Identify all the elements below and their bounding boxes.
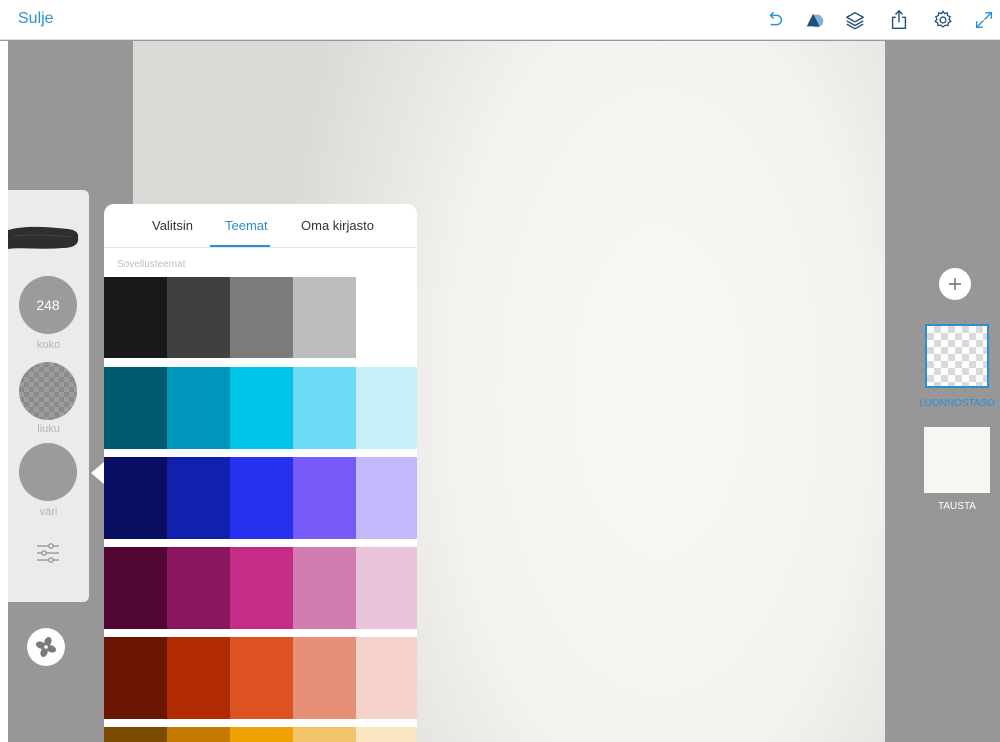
color-swatch[interactable] [167,367,230,449]
size-label: koko [36,339,61,351]
color-swatch[interactable] [356,457,417,539]
expand-icon[interactable] [972,8,996,32]
theme-row[interactable] [104,637,417,719]
tab-picker[interactable]: Valitsin [152,218,193,233]
tab-themes[interactable]: Teemat [225,218,268,233]
color-swatch[interactable] [230,277,293,358]
color-swatch[interactable] [104,727,167,742]
background-layer-label: TAUSTA [938,501,976,512]
left-edge [0,41,8,742]
color-swatch[interactable] [356,277,417,358]
color-swatch[interactable] [293,637,356,719]
color-swatch[interactable] [104,637,167,719]
top-toolbar: Sulje [0,0,1000,40]
brush-color-control[interactable] [19,443,77,501]
color-swatch[interactable] [104,367,167,449]
color-swatch[interactable] [230,727,293,742]
color-swatch[interactable] [293,727,356,742]
brush-settings-icon[interactable] [36,542,60,564]
color-swatch[interactable] [356,637,417,719]
layers-icon[interactable] [843,8,867,32]
brush-stroke-preview[interactable] [8,224,80,252]
color-swatch[interactable] [167,547,230,629]
theme-row[interactable] [104,457,417,539]
brush-size-value: 248 [36,297,60,313]
color-popover: Valitsin Teemat Oma kirjasto Sovellustee… [104,204,417,742]
color-swatch[interactable] [356,727,417,742]
settings-gear-icon[interactable] [931,8,955,32]
popover-pointer [91,461,105,485]
color-swatch[interactable] [230,547,293,629]
shape-icon[interactable] [803,8,827,32]
color-swatch[interactable] [356,367,417,449]
undo-icon[interactable] [763,8,787,32]
flow-label: liuku [37,423,60,435]
color-label: väri [39,506,58,518]
theme-row[interactable] [104,367,417,449]
tab-my-library[interactable]: Oma kirjasto [301,218,374,233]
color-swatch[interactable] [230,637,293,719]
color-swatch[interactable] [104,457,167,539]
color-swatch[interactable] [230,457,293,539]
layers-panel [885,41,1000,742]
color-swatch[interactable] [167,277,230,358]
theme-row[interactable] [104,277,417,358]
brush-size-control[interactable]: 248 [19,276,77,334]
add-layer-button[interactable] [939,268,971,300]
color-swatch[interactable] [167,637,230,719]
color-swatch[interactable] [293,457,356,539]
plus-icon [949,278,961,290]
background-layer-thumbnail[interactable] [924,427,990,493]
color-swatch[interactable] [356,547,417,629]
color-swatch[interactable] [293,547,356,629]
color-swatch[interactable] [104,277,167,358]
color-swatch[interactable] [167,727,230,742]
brush-tool-panel: 248 koko liuku väri [8,190,89,602]
color-swatch[interactable] [167,457,230,539]
active-tab-indicator [210,245,270,247]
brush-flow-control[interactable] [19,362,77,420]
color-swatch[interactable] [104,547,167,629]
theme-row[interactable] [104,547,417,629]
color-swatch[interactable] [293,367,356,449]
close-button[interactable]: Sulje [18,10,54,28]
theme-row[interactable] [104,727,417,742]
share-icon[interactable] [887,8,911,32]
fan-icon [35,636,57,658]
color-tabs: Valitsin Teemat Oma kirjasto [104,204,417,248]
sketch-layer-thumbnail[interactable] [925,324,989,388]
color-swatch[interactable] [293,277,356,358]
color-swatch[interactable] [230,367,293,449]
section-label: Sovellusteemat [117,259,186,270]
fan-menu-button[interactable] [27,628,65,666]
sketch-layer-label: LUONNOSTASO [919,398,995,409]
